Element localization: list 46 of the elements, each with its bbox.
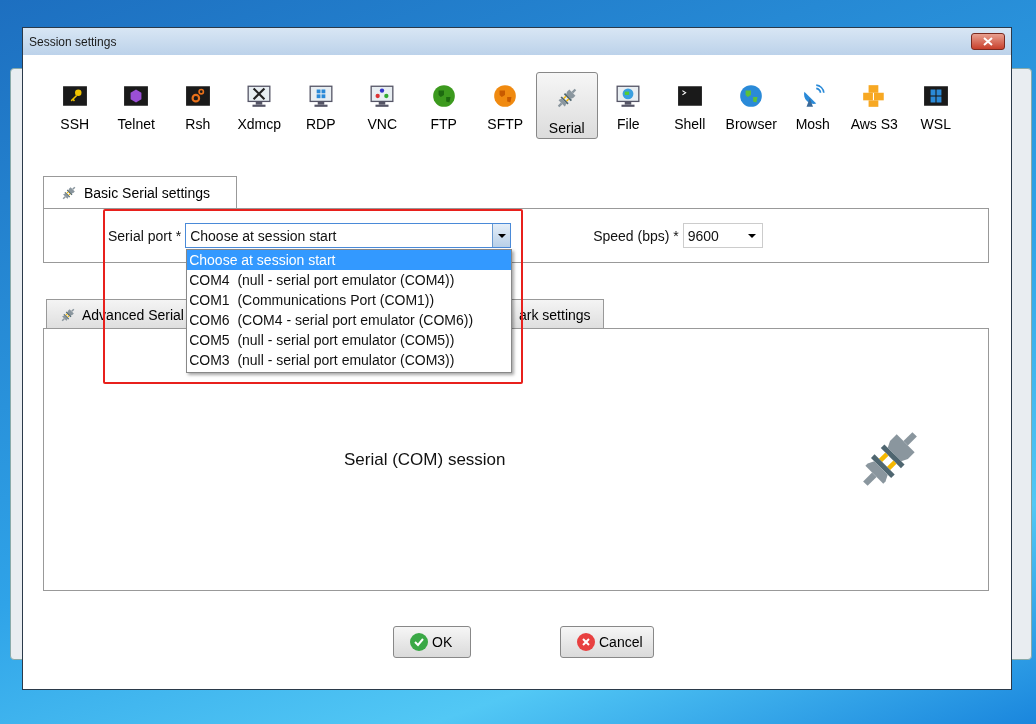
speed-dropdown[interactable]: 9600: [682, 223, 763, 248]
session-type-button[interactable]: Shell: [659, 72, 721, 139]
globe-icon: [492, 83, 519, 109]
dropdown-option[interactable]: COM4 (null - serial port emulator (COM4)): [187, 270, 512, 290]
session-type-button[interactable]: FTP: [413, 72, 475, 139]
caret-icon: [497, 233, 506, 238]
dropdown-option[interactable]: COM3 (null - serial port emulator (COM3)): [187, 350, 512, 370]
session-type-button[interactable]: Aws S3: [843, 72, 905, 139]
tab[interactable]: Basic Serial settings: [43, 176, 237, 209]
plug-icon: [60, 184, 78, 202]
session-type-button[interactable]: Rsh: [167, 72, 229, 139]
ok-button[interactable]: OK: [393, 626, 471, 658]
window-title: Session settings: [29, 34, 117, 49]
gear-icon: [184, 83, 211, 109]
windows-logo-icon: [922, 83, 949, 109]
session-caption: Serial (COM) session: [344, 449, 506, 470]
monitor-icon: [369, 83, 396, 109]
session-type-button[interactable]: Xdmcp: [228, 72, 290, 139]
globe-icon: [738, 83, 765, 109]
session-type-button[interactable]: RDP: [290, 72, 352, 139]
session-type-button[interactable]: WSL: [905, 72, 967, 139]
session-type-button[interactable]: Browser: [720, 72, 782, 139]
close-button[interactable]: [971, 33, 1005, 50]
close-icon: [983, 37, 993, 46]
session-type-button[interactable]: SSH: [44, 72, 106, 139]
key-icon: [61, 83, 88, 109]
session-type-button[interactable]: Mosh: [782, 72, 844, 139]
session-type-button[interactable]: Telnet: [105, 72, 167, 139]
session-type-button[interactable]: Serial: [536, 72, 598, 139]
session-type-button[interactable]: SFTP: [474, 72, 536, 139]
cancel-button[interactable]: Cancel: [560, 626, 654, 658]
session-type-button[interactable]: VNC: [351, 72, 413, 139]
gem-icon: [123, 83, 150, 109]
caret-icon: [747, 233, 756, 238]
monitor-icon: [307, 83, 334, 109]
field-label: Serial port *: [108, 227, 182, 244]
monitor-icon: [615, 83, 642, 109]
monitor-icon: [246, 83, 273, 109]
field-label: Speed (bps) *: [593, 227, 679, 244]
dropdown-option[interactable]: COM5 (null - serial port emulator (COM5)): [187, 330, 512, 350]
terminal-icon: [676, 83, 703, 109]
session-type-button[interactable]: File: [597, 72, 659, 139]
globe-icon: [430, 83, 457, 109]
dropdown-button[interactable]: [492, 224, 511, 247]
check-icon: [410, 633, 428, 651]
cancel-icon: [577, 633, 595, 651]
